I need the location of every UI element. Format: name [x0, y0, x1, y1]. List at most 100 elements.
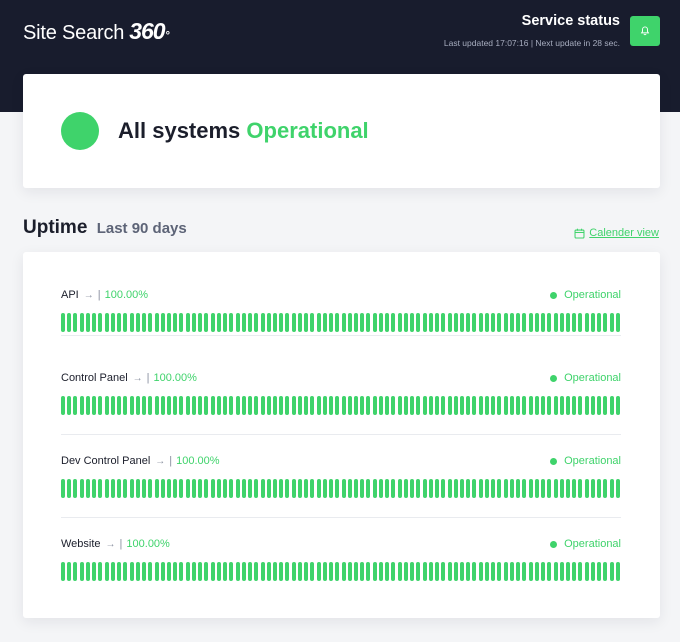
uptime-day-bar[interactable] — [534, 562, 539, 581]
uptime-day-bar[interactable] — [491, 562, 496, 581]
uptime-day-bar[interactable] — [61, 313, 65, 332]
uptime-day-bar[interactable] — [154, 479, 159, 498]
uptime-day-bar[interactable] — [335, 313, 340, 332]
uptime-day-bar[interactable] — [272, 562, 277, 581]
uptime-day-bar[interactable] — [410, 396, 415, 415]
uptime-day-bar[interactable] — [435, 313, 440, 332]
uptime-day-bar[interactable] — [528, 562, 533, 581]
uptime-day-bar[interactable] — [92, 313, 97, 332]
uptime-day-bar[interactable] — [254, 396, 259, 415]
uptime-day-bar[interactable] — [347, 479, 352, 498]
uptime-day-bar[interactable] — [509, 396, 514, 415]
uptime-day-bar[interactable] — [397, 562, 402, 581]
uptime-day-bar[interactable] — [79, 479, 84, 498]
uptime-day-bar[interactable] — [67, 396, 72, 415]
uptime-day-bar[interactable] — [260, 396, 265, 415]
uptime-day-bar[interactable] — [503, 396, 508, 415]
uptime-day-bar[interactable] — [453, 313, 458, 332]
uptime-day-bar[interactable] — [522, 562, 527, 581]
uptime-day-bar[interactable] — [509, 313, 514, 332]
uptime-day-bar[interactable] — [142, 479, 147, 498]
uptime-day-bar[interactable] — [528, 479, 533, 498]
uptime-day-bar[interactable] — [129, 396, 134, 415]
uptime-day-bar[interactable] — [378, 562, 383, 581]
uptime-day-bar[interactable] — [378, 313, 383, 332]
uptime-day-bar[interactable] — [435, 562, 440, 581]
uptime-day-bar[interactable] — [541, 313, 546, 332]
uptime-day-bar[interactable] — [435, 396, 440, 415]
uptime-day-bar[interactable] — [522, 396, 527, 415]
uptime-day-bar[interactable] — [559, 562, 564, 581]
uptime-day-bar[interactable] — [385, 396, 390, 415]
uptime-day-bar[interactable] — [615, 562, 620, 581]
uptime-day-bar[interactable] — [609, 479, 614, 498]
uptime-day-bar[interactable] — [297, 313, 302, 332]
uptime-day-bar[interactable] — [572, 396, 577, 415]
uptime-day-bar[interactable] — [92, 479, 97, 498]
uptime-day-bar[interactable] — [241, 479, 246, 498]
uptime-day-bar[interactable] — [135, 562, 140, 581]
uptime-day-bar[interactable] — [285, 562, 290, 581]
uptime-day-bar[interactable] — [210, 313, 215, 332]
uptime-day-bar[interactable] — [216, 562, 221, 581]
arrow-right-icon[interactable]: → — [84, 290, 94, 301]
arrow-right-icon[interactable]: → — [133, 373, 143, 384]
uptime-day-bar[interactable] — [291, 396, 296, 415]
uptime-day-bar[interactable] — [104, 313, 109, 332]
uptime-day-bar[interactable] — [565, 562, 570, 581]
uptime-day-bar[interactable] — [229, 562, 234, 581]
uptime-day-bar[interactable] — [547, 562, 552, 581]
uptime-day-bar[interactable] — [179, 396, 184, 415]
uptime-day-bar[interactable] — [148, 313, 153, 332]
uptime-day-bar[interactable] — [497, 562, 502, 581]
uptime-day-bar[interactable] — [198, 313, 203, 332]
uptime-day-bar[interactable] — [366, 479, 371, 498]
uptime-day-bar[interactable] — [559, 479, 564, 498]
uptime-day-bar[interactable] — [590, 562, 595, 581]
uptime-day-bar[interactable] — [129, 313, 134, 332]
uptime-day-bar[interactable] — [553, 562, 558, 581]
uptime-day-bar[interactable] — [416, 396, 421, 415]
uptime-day-bar[interactable] — [428, 479, 433, 498]
uptime-day-bar[interactable] — [235, 562, 240, 581]
uptime-day-bar[interactable] — [372, 479, 377, 498]
uptime-day-bar[interactable] — [503, 562, 508, 581]
uptime-day-bar[interactable] — [435, 479, 440, 498]
uptime-day-bar[interactable] — [73, 562, 78, 581]
uptime-day-bar[interactable] — [204, 396, 209, 415]
component-name[interactable]: Control Panel — [61, 372, 128, 384]
uptime-day-bar[interactable] — [603, 313, 608, 332]
uptime-day-bar[interactable] — [185, 479, 190, 498]
uptime-day-bar[interactable] — [241, 562, 246, 581]
uptime-day-bar[interactable] — [578, 479, 583, 498]
uptime-day-bar[interactable] — [354, 396, 359, 415]
uptime-day-bar[interactable] — [123, 313, 128, 332]
uptime-day-bar[interactable] — [322, 396, 327, 415]
uptime-day-bar[interactable] — [129, 479, 134, 498]
uptime-day-bar[interactable] — [67, 313, 72, 332]
uptime-day-bar[interactable] — [572, 313, 577, 332]
uptime-day-bar[interactable] — [173, 479, 178, 498]
uptime-day-bar[interactable] — [478, 313, 483, 332]
uptime-day-bar[interactable] — [98, 313, 103, 332]
uptime-day-bar[interactable] — [541, 479, 546, 498]
uptime-day-bar[interactable] — [316, 479, 321, 498]
uptime-day-bar[interactable] — [248, 396, 253, 415]
uptime-day-bar[interactable] — [204, 562, 209, 581]
uptime-day-bar[interactable] — [173, 313, 178, 332]
uptime-day-bar[interactable] — [472, 479, 477, 498]
uptime-day-bar[interactable] — [154, 313, 159, 332]
uptime-day-bar[interactable] — [85, 313, 90, 332]
uptime-day-bar[interactable] — [191, 313, 196, 332]
uptime-day-bar[interactable] — [559, 396, 564, 415]
uptime-day-bar[interactable] — [67, 479, 72, 498]
uptime-day-bar[interactable] — [135, 479, 140, 498]
uptime-day-bar[interactable] — [322, 479, 327, 498]
uptime-day-bar[interactable] — [360, 479, 365, 498]
uptime-day-bar[interactable] — [98, 396, 103, 415]
uptime-day-bar[interactable] — [61, 396, 65, 415]
uptime-day-bar[interactable] — [335, 479, 340, 498]
uptime-day-bar[interactable] — [310, 313, 315, 332]
uptime-day-bar[interactable] — [447, 479, 452, 498]
uptime-day-bar[interactable] — [447, 562, 452, 581]
